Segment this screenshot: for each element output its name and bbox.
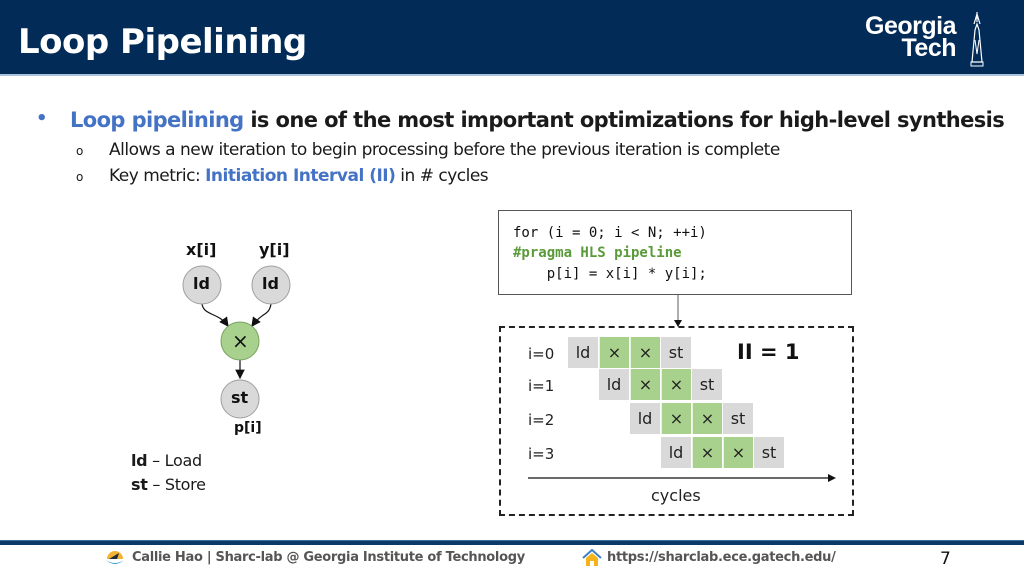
- multiply-icon: ×: [232, 329, 249, 353]
- iteration-label: i=1: [528, 377, 555, 395]
- highlight-loop-pipelining: Loop pipelining: [70, 108, 244, 132]
- pipeline-stage-cell: ×: [661, 369, 691, 400]
- code-line-for: for (i = 0; i < N; ++i): [513, 225, 707, 241]
- code-line-body: p[i] = x[i] * y[i];: [513, 266, 707, 282]
- edge-ldy-to-mul: [251, 303, 272, 327]
- pipeline-stage-cell: ×: [692, 403, 722, 434]
- slide-header: Loop Pipelining Georgia Tech: [0, 0, 1024, 74]
- legend-item-store: st – Store: [131, 475, 206, 494]
- pipeline-stage-cell: ×: [630, 369, 660, 400]
- node-ld-x-label: ld: [193, 274, 210, 293]
- sub-bullet-circle-icon: o: [76, 170, 83, 184]
- code-line-pragma: #pragma HLS pipeline: [513, 245, 682, 261]
- main-bullet-text: is one of the most important optimizatio…: [243, 108, 1005, 132]
- page-number: 7: [940, 549, 951, 569]
- sharc-lab-logo-icon: [106, 551, 124, 564]
- sub-bullet-1-text: Allows a new iteration to begin processi…: [109, 140, 780, 160]
- pipeline-stage-cell: ld: [630, 403, 660, 434]
- tech-tower-spire-icon: [970, 11, 984, 67]
- legend: ld – Load st – Store: [131, 449, 206, 497]
- pipeline-stage-cell: ×: [599, 337, 629, 368]
- iteration-label: i=2: [528, 411, 555, 429]
- output-label-p: p[i]: [234, 420, 262, 436]
- pipeline-stage-cell: ×: [723, 437, 753, 468]
- pipeline-stage-cell: ×: [630, 337, 660, 368]
- bullet-dot-icon: •: [36, 108, 48, 129]
- iteration-label: i=0: [528, 345, 555, 363]
- logo-text-tech: Tech: [901, 34, 957, 62]
- footer-divider: [0, 540, 1024, 545]
- legend-item-load: ld – Load: [131, 451, 202, 470]
- cycles-axis-label: cycles: [651, 486, 701, 505]
- pipeline-stage-cell: st: [754, 437, 784, 468]
- code-block: for (i = 0; i < N; ++i) #pragma HLS pipe…: [498, 210, 852, 295]
- ii-label: II = 1: [737, 340, 800, 364]
- pipeline-stage-cell: ×: [692, 437, 722, 468]
- pipeline-stage-cell: ×: [661, 403, 691, 434]
- header-divider: [0, 74, 1024, 76]
- pipeline-stage-cell: st: [661, 337, 691, 368]
- sub-bullet-circle-icon: o: [76, 144, 83, 158]
- footer-credit-text: Callie Hao | Sharc-lab @ Georgia Institu…: [132, 550, 525, 565]
- pipeline-stage-cell: st: [723, 403, 753, 434]
- iteration-label: i=3: [528, 445, 555, 463]
- edge-ldx-to-mul: [201, 303, 229, 327]
- highlight-initiation-interval: Initiation Interval (II): [205, 166, 396, 186]
- pipeline-stage-cell: ld: [568, 337, 598, 368]
- input-label-y: y[i]: [259, 240, 290, 259]
- node-st-label: st: [231, 388, 249, 407]
- node-ld-y-label: ld: [262, 274, 279, 293]
- pipeline-stage-cell: st: [692, 369, 722, 400]
- pipeline-stage-cell: ld: [599, 369, 629, 400]
- georgia-tech-logo: Georgia Tech: [848, 10, 998, 70]
- slide-title: Loop Pipelining: [18, 22, 307, 62]
- sub-bullet-2-suffix: in # cycles: [395, 166, 489, 186]
- pipeline-stage-cell: ld: [661, 437, 691, 468]
- sub-bullet-2-prefix: Key metric:: [109, 166, 206, 186]
- home-icon: [582, 549, 602, 566]
- input-label-x: x[i]: [186, 240, 217, 259]
- footer-url[interactable]: https://sharclab.ece.gatech.edu/: [607, 550, 836, 565]
